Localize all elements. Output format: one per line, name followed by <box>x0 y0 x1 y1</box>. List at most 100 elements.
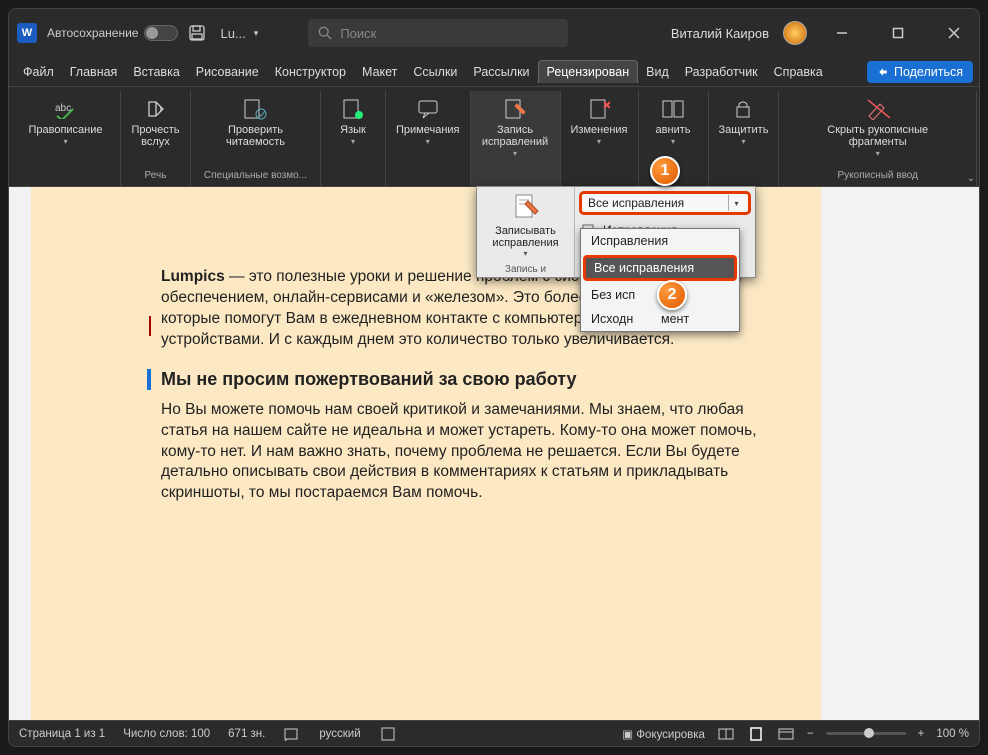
read-mode-icon[interactable] <box>717 727 735 741</box>
web-layout-icon[interactable] <box>777 727 795 741</box>
hide-ink-icon <box>866 97 890 121</box>
zoom-level[interactable]: 100 % <box>936 728 969 740</box>
group-ink-label: Рукописный ввод <box>837 168 917 184</box>
ribbon-collapse-icon[interactable]: ⌄ <box>967 173 975 184</box>
display-mode-combo[interactable]: Все исправления ▾ <box>579 191 751 215</box>
spelling-icon: abc <box>53 97 77 121</box>
tab-references[interactable]: Ссылки <box>405 61 465 83</box>
compare-icon <box>661 97 685 121</box>
comments-button[interactable]: Примечания▾ <box>390 93 466 150</box>
protect-label: Защитить <box>719 124 769 136</box>
share-button[interactable]: Поделиться <box>867 61 973 83</box>
display-mode-dropdown: Исправления Все исправления Без исп ий И… <box>580 228 740 332</box>
language-label: Язык <box>340 124 366 136</box>
track-changes-button[interactable]: Запись исправлений▾ <box>476 93 554 162</box>
tab-help[interactable]: Справка <box>766 61 831 83</box>
readability-icon <box>243 97 267 121</box>
tab-home[interactable]: Главная <box>62 61 126 83</box>
status-bar: Страница 1 из 1 Число слов: 100 671 зн. … <box>9 720 979 746</box>
status-word-count[interactable]: Число слов: 100 <box>123 728 210 740</box>
language-icon <box>341 97 365 121</box>
spellcheck-status-icon[interactable] <box>283 727 301 741</box>
search-placeholder: Поиск <box>340 26 376 41</box>
tab-layout[interactable]: Макет <box>354 61 405 83</box>
document-name[interactable]: Lu... <box>220 26 245 41</box>
tc-group-label: Запись и <box>505 264 546 275</box>
focus-mode-button[interactable]: ▣ Фокусировка <box>622 727 705 741</box>
share-icon <box>877 66 889 78</box>
share-label: Поделиться <box>894 65 963 79</box>
maximize-button[interactable] <box>877 13 919 53</box>
revision-mark <box>149 316 151 336</box>
zoom-slider[interactable] <box>826 732 906 735</box>
focus-label: Фокусировка <box>636 729 705 741</box>
protect-button[interactable]: Защитить▾ <box>713 93 775 150</box>
readability-label: Проверить читаемость <box>226 124 285 148</box>
tab-review[interactable]: Рецензирован <box>538 60 639 83</box>
username-label[interactable]: Виталий Каиров <box>671 26 769 41</box>
app-window: W Автосохранение Lu... ▾ Поиск Виталий К… <box>8 8 980 747</box>
avatar[interactable] <box>783 21 807 45</box>
spelling-button[interactable]: abc Правописание▾ <box>22 93 108 150</box>
zoom-out-button[interactable]: − <box>807 728 814 740</box>
changes-label: Изменения <box>571 124 628 136</box>
combo-value: Все исправления <box>588 196 684 210</box>
group-accessibility-label: Специальные возмо... <box>204 168 307 184</box>
dd-item-original[interactable]: Исходн мент <box>581 307 739 331</box>
tab-design[interactable]: Конструктор <box>267 61 354 83</box>
close-button[interactable] <box>933 13 975 53</box>
spelling-label: Правописание <box>28 124 102 136</box>
changes-icon <box>587 97 611 121</box>
ribbon-tabs: Файл Главная Вставка Рисование Конструкт… <box>9 57 979 87</box>
tab-insert[interactable]: Вставка <box>125 61 187 83</box>
hide-ink-button[interactable]: Скрыть рукописные фрагменты▾ <box>813 93 943 162</box>
title-bar: W Автосохранение Lu... ▾ Поиск Виталий К… <box>9 9 979 57</box>
record-changes-caret-icon[interactable]: ▾ <box>523 249 527 258</box>
word-app-icon: W <box>17 23 37 43</box>
compare-button[interactable]: авнить▾ <box>645 93 701 150</box>
save-icon[interactable] <box>188 24 206 42</box>
check-readability-button[interactable]: Проверить читаемость <box>220 93 291 152</box>
ribbon: abc Правописание▾ Прочесть вслух Речь Пр… <box>9 87 979 187</box>
tab-mailings[interactable]: Рассылки <box>465 61 537 83</box>
search-icon <box>318 26 332 40</box>
heading-2[interactable]: Мы не просим пожертвований за свою работ… <box>147 369 761 390</box>
tab-file[interactable]: Файл <box>15 61 62 83</box>
dd-item-all-markup[interactable]: Все исправления <box>583 255 737 281</box>
status-char-count[interactable]: 671 зн. <box>228 728 265 740</box>
tab-draw[interactable]: Рисование <box>188 61 267 83</box>
comments-label: Примечания <box>396 124 460 136</box>
annotation-badge-1: 1 <box>650 156 680 186</box>
changes-button[interactable]: Изменения▾ <box>565 93 634 150</box>
comments-icon <box>416 97 440 121</box>
read-aloud-label: Прочесть вслух <box>131 124 179 148</box>
read-aloud-icon <box>144 97 168 121</box>
minimize-button[interactable] <box>821 13 863 53</box>
record-changes-icon <box>512 193 540 221</box>
zoom-in-button[interactable]: + <box>918 728 925 740</box>
tab-developer[interactable]: Разработчик <box>677 61 766 83</box>
language-button[interactable]: Язык▾ <box>325 93 381 150</box>
record-changes-label[interactable]: Записывать исправления <box>481 225 570 249</box>
p1-strong: Lumpics <box>161 268 225 285</box>
autosave-label: Автосохранение <box>47 26 138 40</box>
search-box[interactable]: Поиск <box>308 19 568 47</box>
paragraph-2[interactable]: Но Вы можете помочь нам своей критикой и… <box>161 400 761 505</box>
dd-item-simple-markup[interactable]: Исправления <box>581 229 739 253</box>
read-aloud-button[interactable]: Прочесть вслух <box>125 93 185 152</box>
track-changes-icon <box>503 97 527 121</box>
status-language[interactable]: русский <box>319 728 360 740</box>
tab-view[interactable]: Вид <box>638 61 677 83</box>
annotation-badge-2: 2 <box>657 280 687 310</box>
accessibility-status-icon[interactable] <box>379 727 397 741</box>
status-page[interactable]: Страница 1 из 1 <box>19 728 105 740</box>
track-changes-label: Запись исправлений <box>482 124 548 148</box>
print-layout-icon[interactable] <box>747 727 765 741</box>
compare-label: авнить <box>656 124 691 136</box>
hide-ink-label: Скрыть рукописные фрагменты <box>827 124 928 148</box>
autosave-toggle[interactable] <box>144 25 178 41</box>
group-speech-label: Речь <box>145 168 167 184</box>
docname-caret-icon[interactable]: ▾ <box>254 28 259 39</box>
protect-icon <box>731 97 755 121</box>
combo-dropdown-icon[interactable]: ▾ <box>728 195 744 211</box>
